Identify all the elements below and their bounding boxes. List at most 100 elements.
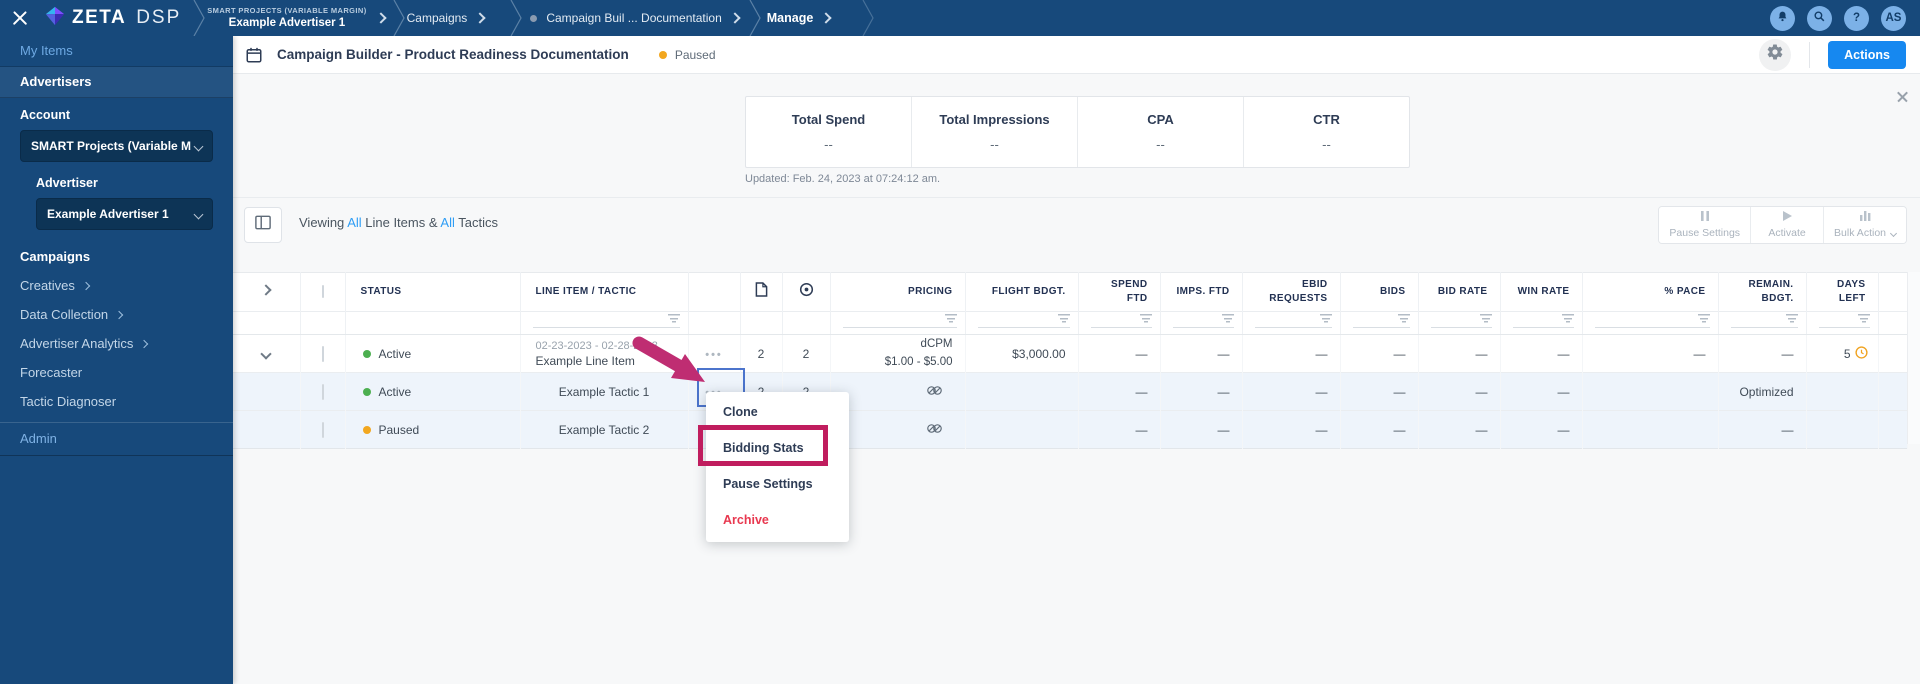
breadcrumb-campaign-builder[interactable]: Campaign Buil ... Documentation: [530, 11, 741, 25]
row-checkbox[interactable]: [321, 383, 324, 400]
sidebar-item-advertisers[interactable]: Advertisers: [0, 67, 233, 98]
column-filter[interactable]: [532, 312, 680, 328]
imps-ftd-cell: —: [1160, 410, 1243, 449]
question-icon: ?: [1852, 12, 1861, 24]
table-row-line-item[interactable]: Active 02-23-2023 - 02-28-2023 Example L…: [233, 334, 1908, 373]
table-row-tactic-2[interactable]: Paused Example Tactic 2 — — — — — — —: [233, 410, 1908, 449]
account-select[interactable]: SMART Projects (Variable M: [20, 130, 213, 162]
row-expander[interactable]: [233, 334, 301, 373]
menu-item-archive[interactable]: Archive: [706, 502, 849, 538]
pace-cell: [1582, 372, 1719, 411]
search-icon: [1813, 10, 1826, 26]
breadcrumb-separator: [191, 0, 207, 37]
column-header-bids[interactable]: BIDS: [1340, 272, 1419, 312]
column-filter[interactable]: [1594, 312, 1710, 328]
column-filter[interactable]: [1818, 312, 1870, 328]
select-all-checkbox[interactable]: [321, 285, 324, 298]
menu-item-pause-settings[interactable]: Pause Settings: [706, 466, 849, 502]
breadcrumb-advertiser[interactable]: SMART PROJECTS (VARIABLE MARGIN) Example…: [207, 6, 366, 30]
all-tactics-link[interactable]: All: [440, 215, 454, 230]
column-header-win-rate[interactable]: WIN RATE: [1500, 272, 1583, 312]
sidebar-item-data-collection[interactable]: Data Collection: [0, 300, 233, 329]
view-options-button[interactable]: [244, 207, 282, 243]
tactic-name[interactable]: Example Tactic 2: [520, 410, 689, 449]
breadcrumb-manage[interactable]: Manage: [767, 11, 832, 25]
column-filter[interactable]: [1430, 312, 1492, 328]
search-button[interactable]: [1807, 5, 1832, 31]
tactic-name[interactable]: Example Tactic 1: [520, 372, 689, 411]
column-header-spend-ftd[interactable]: SPEND FTD: [1078, 272, 1161, 312]
column-filter[interactable]: [1172, 312, 1234, 328]
stat-ctr: CTR --: [1313, 112, 1340, 152]
creatives-count[interactable]: 2: [740, 334, 783, 373]
expand-all-header[interactable]: [233, 272, 301, 312]
column-header-bid-rate[interactable]: BID RATE: [1418, 272, 1501, 312]
zeta-dsp-logo[interactable]: ZETA DSP: [44, 5, 181, 32]
line-item-name: Example Line Item: [535, 353, 635, 368]
filter-icon: [1785, 314, 1798, 323]
imps-ftd-cell: —: [1160, 334, 1243, 373]
close-icon[interactable]: [10, 8, 30, 28]
pause-settings-button[interactable]: Pause Settings: [1659, 207, 1752, 243]
breadcrumb-campaigns[interactable]: Campaigns: [407, 11, 486, 25]
column-filter[interactable]: [977, 312, 1070, 328]
column-header-remaining-budget[interactable]: REMAIN. BDGT.: [1718, 272, 1807, 312]
table-row-tactic-1[interactable]: Active Example Tactic 1 ••• 2 2 — — — — …: [233, 372, 1908, 411]
sidebar-item-my-items[interactable]: My Items: [0, 36, 233, 67]
column-header-line-item-tactic[interactable]: LINE ITEM / TACTIC: [520, 272, 689, 312]
targeting-count[interactable]: 2: [782, 334, 831, 373]
sidebar-item-campaigns[interactable]: Campaigns: [0, 242, 233, 271]
filter-icon: [1857, 314, 1870, 323]
sidebar-item-advertiser-analytics[interactable]: Advertiser Analytics: [0, 329, 233, 358]
column-header-pricing[interactable]: PRICING: [830, 272, 966, 312]
sidebar-item-tactic-diagnoser[interactable]: Tactic Diagnoser: [0, 387, 233, 416]
help-button[interactable]: ?: [1844, 5, 1869, 31]
column-header-days-left[interactable]: DAYS LEFT: [1806, 272, 1879, 312]
column-header-status[interactable]: STATUS: [345, 272, 521, 312]
linked-pricing-icon: [926, 385, 943, 399]
chevron-right-icon: [140, 339, 149, 348]
column-filter[interactable]: [1352, 312, 1410, 328]
column-filter[interactable]: [1730, 312, 1798, 328]
filter-icon: [1397, 314, 1410, 323]
column-header-flight-budget[interactable]: FLIGHT BDGT.: [965, 272, 1079, 312]
advertiser-select[interactable]: Example Advertiser 1: [36, 198, 213, 230]
pause-icon: [1700, 211, 1710, 224]
column-filter[interactable]: [1090, 312, 1152, 328]
column-filter[interactable]: [1512, 312, 1574, 328]
row-menu-button[interactable]: •••: [705, 349, 723, 361]
vertical-scrollbar[interactable]: [1907, 272, 1920, 444]
column-filter[interactable]: [842, 312, 957, 328]
actions-button[interactable]: Actions: [1828, 40, 1906, 69]
column-header-pace[interactable]: % PACE: [1582, 272, 1719, 312]
menu-item-bidding-stats[interactable]: Bidding Stats: [706, 430, 849, 466]
notifications-button[interactable]: [1770, 5, 1795, 31]
context-menu: Clone Bidding Stats Pause Settings Archi…: [698, 392, 849, 542]
line-item-name-cell[interactable]: 02-23-2023 - 02-28-2023 Example Line Ite…: [520, 334, 689, 373]
status-badge: Active: [346, 347, 520, 361]
column-header-targeting[interactable]: [782, 272, 831, 312]
days-left-cell: [1806, 410, 1879, 449]
filter-icon: [1057, 314, 1070, 323]
column-filter[interactable]: [1254, 312, 1332, 328]
activate-button[interactable]: Activate: [1751, 207, 1825, 243]
sidebar-item-admin[interactable]: Admin: [0, 422, 233, 456]
row-checkbox[interactable]: [321, 421, 324, 438]
viewing-filter-summary[interactable]: Viewing All Line Items & All Tactics: [299, 215, 498, 230]
close-stats-icon[interactable]: [1896, 90, 1910, 104]
menu-item-clone[interactable]: Clone: [706, 394, 849, 430]
sidebar-item-forecaster[interactable]: Forecaster: [0, 358, 233, 387]
bulk-action-button[interactable]: Bulk Action: [1824, 207, 1906, 243]
settings-button[interactable]: [1759, 38, 1792, 71]
stats-panel: Total Spend -- Total Impressions -- CPA …: [233, 74, 1920, 198]
avatar[interactable]: AS: [1881, 5, 1906, 31]
row-checkbox[interactable]: [321, 345, 324, 362]
bids-cell: —: [1340, 334, 1419, 373]
all-line-items-link[interactable]: All: [347, 215, 361, 230]
column-header-ebid-requests[interactable]: EBID REQUESTS: [1242, 272, 1341, 312]
bulk-action-group: Pause Settings Activate Bulk Action: [1658, 206, 1907, 244]
select-all-header[interactable]: [300, 272, 346, 312]
column-header-imps-ftd[interactable]: IMPS. FTD: [1160, 272, 1243, 312]
sidebar-item-creatives[interactable]: Creatives: [0, 271, 233, 300]
column-header-creatives[interactable]: [740, 272, 783, 312]
